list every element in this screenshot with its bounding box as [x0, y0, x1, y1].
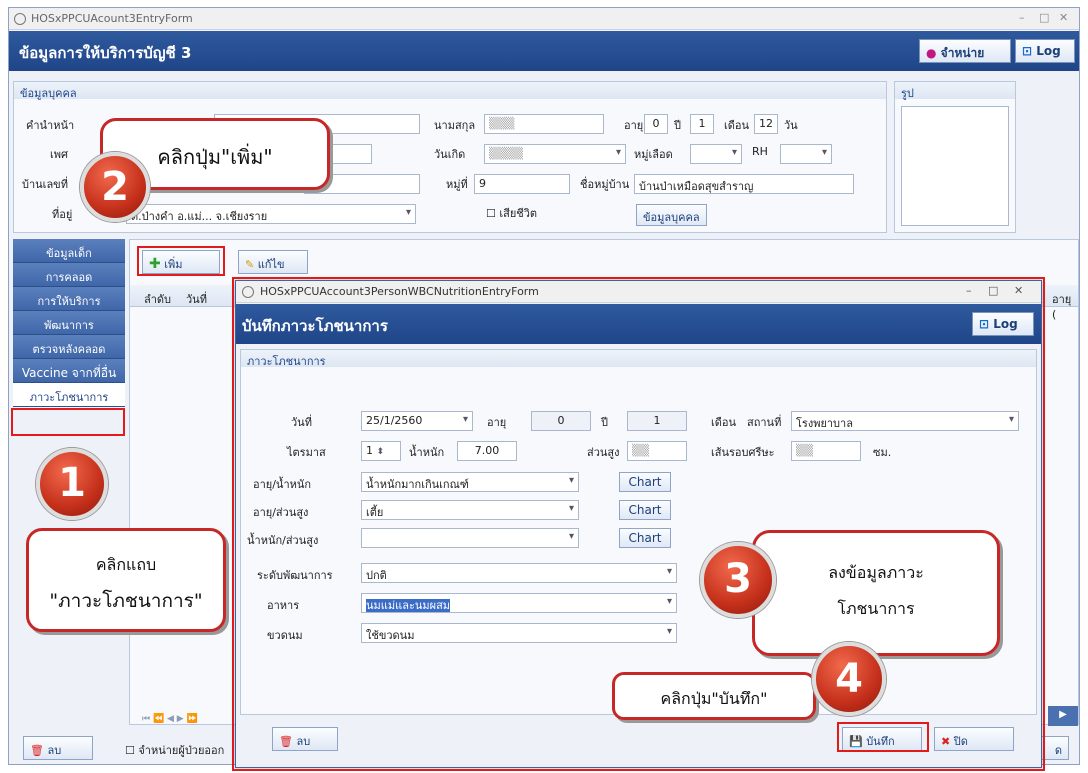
callout-3: ลงข้อมูลภาวะ โภชนาการ — [752, 530, 1000, 656]
lastname-label: นามสกุล — [434, 119, 476, 132]
age-day-field[interactable]: 12 — [754, 114, 778, 134]
month-label: เดือน — [724, 119, 750, 132]
edit-button[interactable]: ✎ แก้ไข — [238, 250, 308, 274]
person-info-button[interactable]: ข้อมูลบุคคล — [636, 204, 707, 226]
age-month-field[interactable]: 1 — [690, 114, 714, 134]
delete-button[interactable]: 🗑 ลบ — [23, 736, 93, 760]
step-2-badge: 2 — [80, 152, 150, 222]
person-group-title: ข้อมูลบุคคล — [14, 82, 886, 100]
highlight-add — [137, 246, 225, 276]
window-title: HOSxPPCUAcount3EntryForm — [31, 12, 193, 25]
tab-service[interactable]: การให้บริการ — [13, 287, 125, 311]
birth-label: วันเกิด — [434, 148, 466, 161]
rh-label: RH — [752, 145, 768, 158]
log-icon: ⊡ — [1022, 44, 1033, 58]
discharge-checkbox[interactable]: ☐ จำหน่ายผู้ป่วยออก — [125, 741, 224, 759]
pencil-icon: ✎ — [245, 258, 255, 271]
page-header: ข้อมูลการให้บริการบัญชี 3 ● จำหน่าย ⊡ Lo… — [9, 31, 1079, 71]
tab-child-info[interactable]: ข้อมูลเด็ก — [13, 239, 125, 263]
close-icon[interactable]: ✕ — [1059, 11, 1068, 24]
log-button[interactable]: ⊡ Log — [1015, 39, 1075, 63]
step-3-badge: 3 — [700, 542, 776, 618]
scroll-right-icon[interactable]: ▶ — [1048, 706, 1078, 726]
tab-vaccine[interactable]: Vaccine จากที่อื่น — [13, 359, 125, 383]
prefix-label: คำนำหน้า — [26, 119, 75, 132]
rh-select[interactable] — [780, 144, 832, 164]
age-year-field[interactable]: 0 — [644, 114, 668, 134]
village-label: ชื่อหมู่บ้าน — [580, 178, 630, 191]
age-label: อายุ — [624, 119, 644, 132]
moo-label: หมู่ที่ — [446, 178, 468, 191]
address-label: ที่อยู่ — [52, 208, 73, 221]
minimize-icon[interactable]: – — [1019, 11, 1025, 24]
page-title: ข้อมูลการให้บริการบัญชี 3 — [19, 44, 192, 62]
highlight-nutrition-tab — [11, 408, 125, 436]
day-label: วัน — [784, 119, 798, 132]
highlight-save — [837, 722, 929, 752]
sex-label: เพศ — [50, 148, 68, 161]
tab-development[interactable]: พัฒนาการ — [13, 311, 125, 335]
moo-field[interactable]: 9 — [474, 174, 570, 194]
dead-checkbox[interactable]: ☐ เสียชีวิต — [486, 204, 537, 222]
blood-label: หมู่เลือด — [634, 148, 673, 161]
app-icon — [14, 13, 26, 25]
blood-select[interactable] — [690, 144, 742, 164]
village-field[interactable]: บ้านป่าเหมือดสุขสำราญ — [634, 174, 854, 194]
title-bar: HOSxPPCUAcount3EntryForm – □ ✕ — [9, 8, 1079, 30]
house-label: บ้านเลขที่ — [22, 178, 68, 191]
lastname-field[interactable]: ▒▒▒ — [484, 114, 604, 134]
photo-group-title: รูป — [895, 82, 1015, 100]
dispose-button[interactable]: ● จำหน่าย — [919, 39, 1011, 63]
dispose-icon: ● — [926, 46, 937, 60]
grid-navigator[interactable]: ⏮ ⏪ ◀ ▶ ⏩ — [142, 714, 198, 724]
step-4-badge: 4 — [812, 642, 886, 716]
callout-1: คลิกแถบ "ภาวะโภชนาการ" — [26, 528, 226, 632]
col-date[interactable]: วันที่ — [186, 290, 207, 308]
photo-group: รูป — [894, 81, 1016, 233]
tab-nutrition[interactable]: ภาวะโภชนาการ — [13, 383, 125, 407]
callout-4: คลิกปุ่ม"บันทึก" — [612, 672, 816, 720]
col-age[interactable]: อายุ ( — [1052, 290, 1078, 321]
trash-icon: 🗑 — [30, 744, 44, 757]
maximize-icon[interactable]: □ — [1039, 11, 1049, 24]
tab-delivery[interactable]: การคลอด — [13, 263, 125, 287]
step-1-badge: 1 — [36, 448, 108, 520]
tab-postnatal[interactable]: ตรวจหลังคลอด — [13, 335, 125, 359]
address-field[interactable]: ต.ป่างคำ อ.แม่... จ.เชียงราย — [126, 204, 416, 224]
photo-box — [901, 106, 1009, 226]
year-label: ปี — [674, 119, 681, 132]
birth-field[interactable]: ▒▒▒▒ — [484, 144, 626, 164]
col-order[interactable]: ลำดับ — [144, 290, 171, 308]
